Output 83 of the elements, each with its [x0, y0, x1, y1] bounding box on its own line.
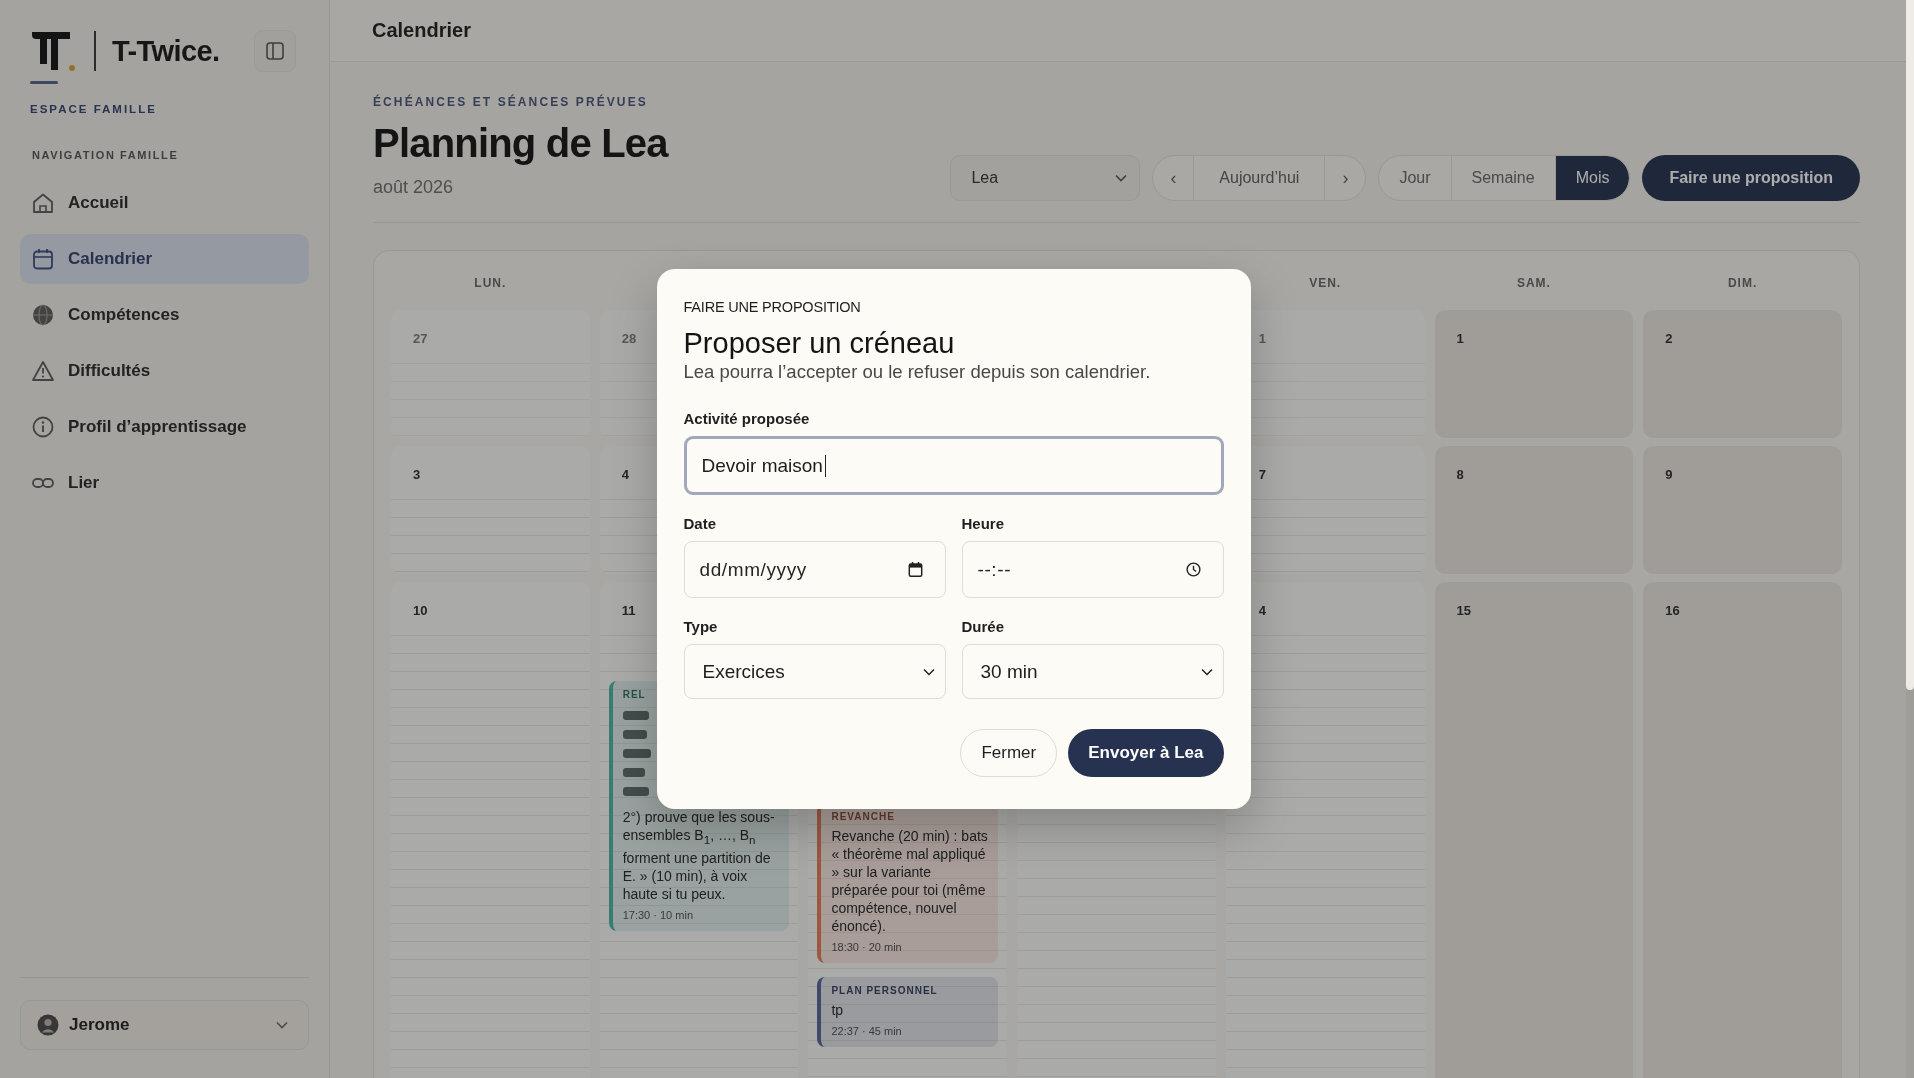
page-title: Calendrier	[372, 19, 471, 42]
info-icon	[32, 416, 54, 438]
text-cursor	[824, 454, 827, 477]
time-input[interactable]: --:--	[961, 541, 1224, 598]
dialog-description: Lea pourra l’accepter ou le refuser depuis son calendrier.	[683, 361, 1152, 383]
day-number: 16	[1665, 602, 1680, 618]
nav-item[interactable]: Lier	[20, 458, 309, 508]
home-icon	[32, 192, 54, 214]
chevron-down-icon	[276, 1021, 288, 1029]
calendar-icon	[907, 562, 923, 577]
page-heading: Planning de Lea	[373, 120, 668, 166]
event-description: 2°) prouve que les sous-ensembles B$_{1}$, …, B$_{n}$ forment une partition de E. » (10 min), à voix haute si tu peux.	[622, 808, 776, 903]
date-input[interactable]: dd/mm/yyyy	[683, 541, 946, 598]
event-label: PLAN PERSONNEL	[831, 984, 938, 998]
nav-item[interactable]: Difficultés	[20, 346, 309, 396]
day-number: 4	[1258, 602, 1267, 618]
weekday-label: SAM.	[1516, 275, 1551, 291]
chevron-down-icon	[1115, 174, 1128, 182]
student-select[interactable]: Lea	[950, 155, 1141, 201]
section-label: ESPACE FAMILLE	[29, 102, 158, 116]
section-eyebrow: ÉCHÉANCES ET SÉANCES PRÉVUES	[373, 94, 649, 110]
nav-heading: NAVIGATION FAMILLE	[31, 148, 180, 162]
weekday-label: DIM.	[1727, 275, 1758, 291]
user-menu-button[interactable]: Jerome	[20, 1000, 309, 1050]
month-label: août 2026	[373, 176, 455, 198]
collapse-sidebar-button[interactable]	[254, 30, 296, 72]
field-label: Activité proposée	[683, 410, 811, 428]
warning-icon	[32, 360, 54, 382]
next-button[interactable]: ›	[1325, 156, 1366, 200]
weekday-label: LUN.	[474, 275, 507, 291]
nav-item[interactable]: Profil d’apprentissage	[20, 402, 309, 452]
logo-icon	[30, 30, 76, 72]
day-number: 1	[1258, 330, 1267, 346]
day-number: 27	[413, 330, 428, 346]
field-label: Heure	[961, 515, 1006, 533]
nav-item[interactable]: Accueil	[20, 178, 309, 228]
field-label: Date	[683, 515, 717, 533]
today-button[interactable]: Aujourd’hui	[1193, 156, 1326, 200]
scrollbar[interactable]	[1906, 0, 1914, 1078]
avatar-icon	[37, 1014, 59, 1036]
field-label: Type	[683, 618, 719, 636]
field-label: Durée	[961, 618, 1006, 636]
day-number: 11	[621, 602, 636, 618]
weekday-label: VEN.	[1309, 275, 1342, 291]
dialog-eyebrow: FAIRE UNE PROPOSITION	[683, 298, 862, 316]
day-number: 15	[1456, 602, 1472, 618]
day-cell[interactable]	[1225, 582, 1425, 1078]
select-input[interactable]: 30 min	[961, 644, 1224, 699]
event-time: 22:37 · 45 min	[831, 1024, 902, 1039]
day-number: 3	[413, 466, 421, 482]
event-time: 17:30 · 10 min	[622, 907, 694, 923]
event-time: 18:30 · 20 min	[831, 940, 902, 955]
event-description: Revanche (20 min) : bats « théorème mal appliqué » sur la variante préparée pour toi (même compétence, nouvel énoncé).	[831, 827, 989, 935]
clock-icon	[1185, 562, 1201, 577]
day-number: 28	[621, 330, 637, 346]
view-tab[interactable]: Jour	[1379, 156, 1451, 200]
select-input[interactable]: Exercices	[683, 644, 946, 699]
nav-item[interactable]: Calendrier	[20, 234, 309, 284]
day-number: 1	[1456, 330, 1464, 346]
event-label: REVANCHE	[831, 810, 895, 824]
brand-name: T-Twice.	[112, 34, 220, 68]
nav-item[interactable]: Compétences	[20, 290, 309, 340]
dialog-title: Proposer un créneau	[683, 326, 956, 360]
scrollbar-thumb[interactable]	[1906, 0, 1914, 690]
event-label: REL	[622, 688, 646, 702]
view-tab[interactable]: Semaine	[1450, 156, 1555, 200]
panel-icon	[266, 42, 284, 60]
calendar-icon	[32, 248, 54, 270]
view-tab[interactable]: Mois	[1554, 156, 1630, 200]
text-input[interactable]: Devoir maison	[683, 436, 1224, 495]
chevron-down-icon	[922, 667, 935, 676]
day-number: 10	[413, 602, 428, 618]
chevron-down-icon	[1200, 667, 1213, 676]
day-number: 4	[621, 466, 629, 482]
propose-button[interactable]: Faire une proposition	[1642, 155, 1860, 201]
day-number: 9	[1665, 466, 1673, 482]
day-number: 8	[1456, 466, 1464, 482]
globe-icon	[32, 304, 54, 326]
previous-button[interactable]: ‹	[1153, 156, 1194, 200]
day-number: 2	[1665, 330, 1673, 346]
day-number: 7	[1258, 466, 1267, 482]
event-description: tp	[831, 1001, 844, 1019]
send-button[interactable]: Envoyer à Lea	[1068, 729, 1224, 777]
